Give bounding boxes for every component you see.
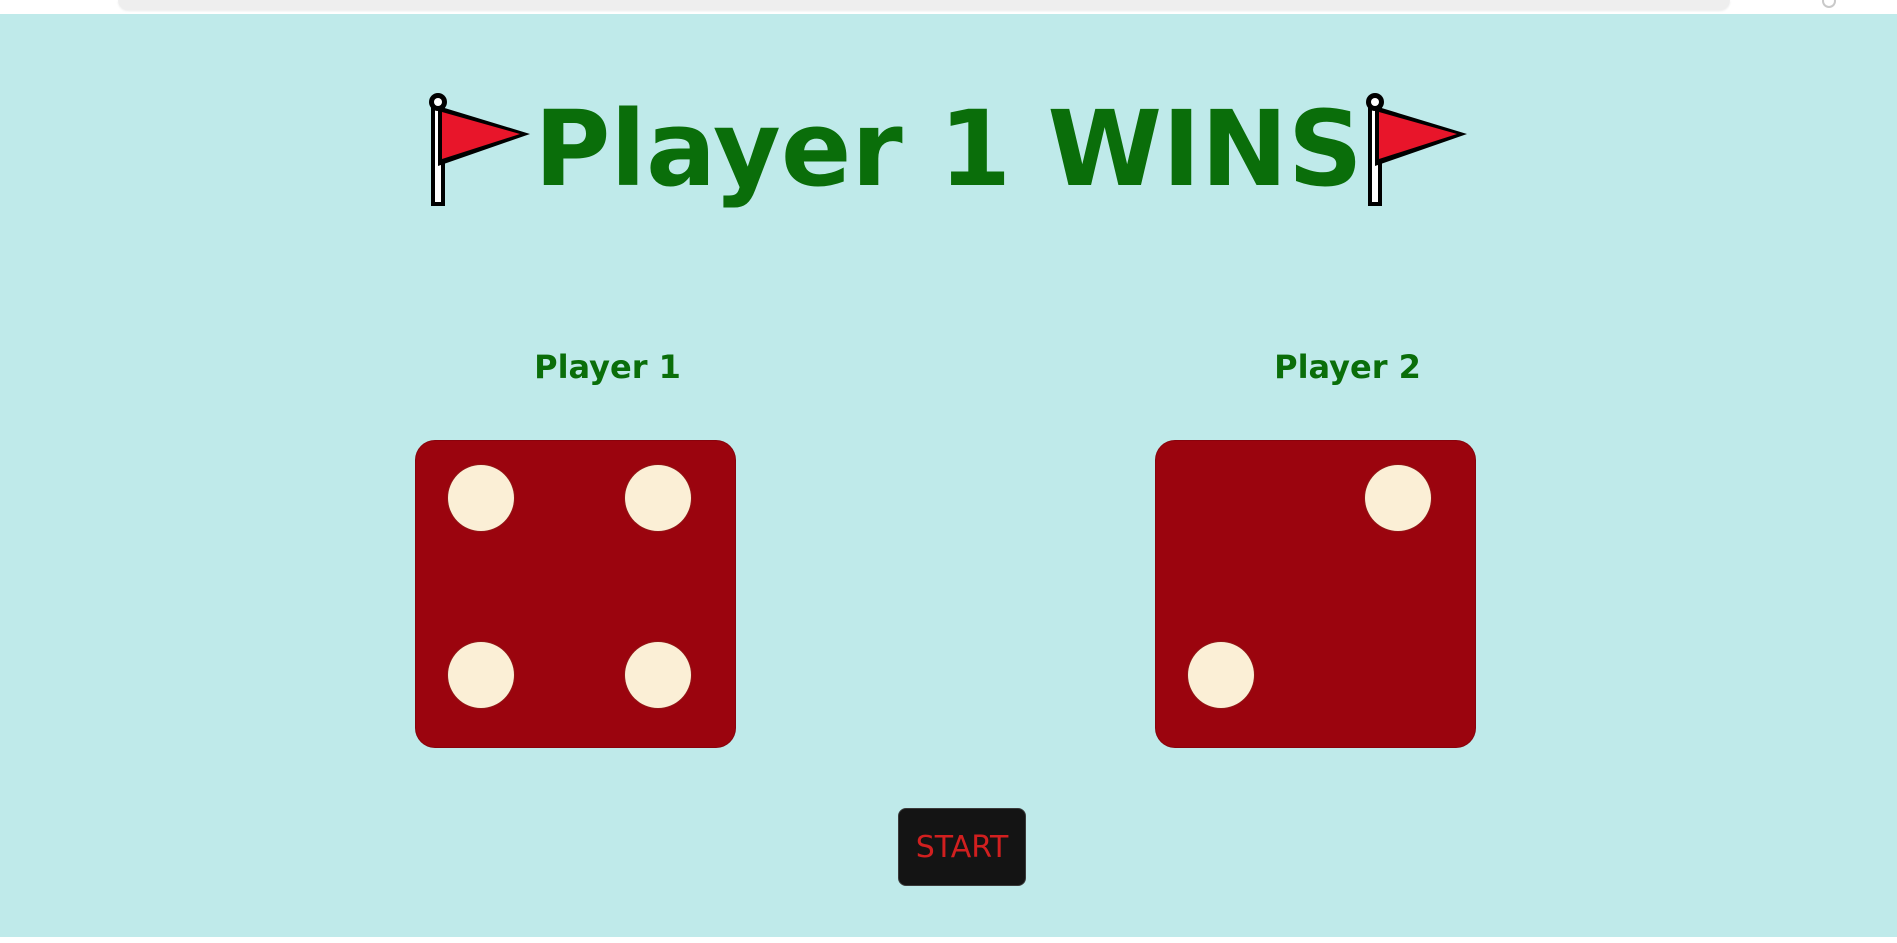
player-2-label: Player 2 (1274, 348, 1421, 386)
die-pip (1188, 642, 1254, 708)
result-heading: Player 1 WINS (0, 84, 1897, 214)
player-1-label: Player 1 (534, 348, 681, 386)
triangular-flag-icon (1365, 93, 1467, 206)
die-pip (625, 642, 691, 708)
player-1-die (415, 440, 736, 748)
profile-icon[interactable] (1822, 0, 1836, 8)
player-2-die (1155, 440, 1476, 748)
winner-title: Player 1 WINS (534, 88, 1363, 210)
player-1-panel: Player 1 (415, 340, 745, 760)
browser-top-strip (0, 0, 1897, 14)
address-bar-edge[interactable] (118, 0, 1730, 10)
die-pip (1365, 465, 1431, 531)
die-pip (448, 642, 514, 708)
player-2-panel: Player 2 (1155, 340, 1485, 760)
die-pip (448, 465, 514, 531)
die-pip (625, 465, 691, 531)
start-button[interactable]: START (898, 808, 1026, 886)
triangular-flag-icon (429, 93, 531, 206)
